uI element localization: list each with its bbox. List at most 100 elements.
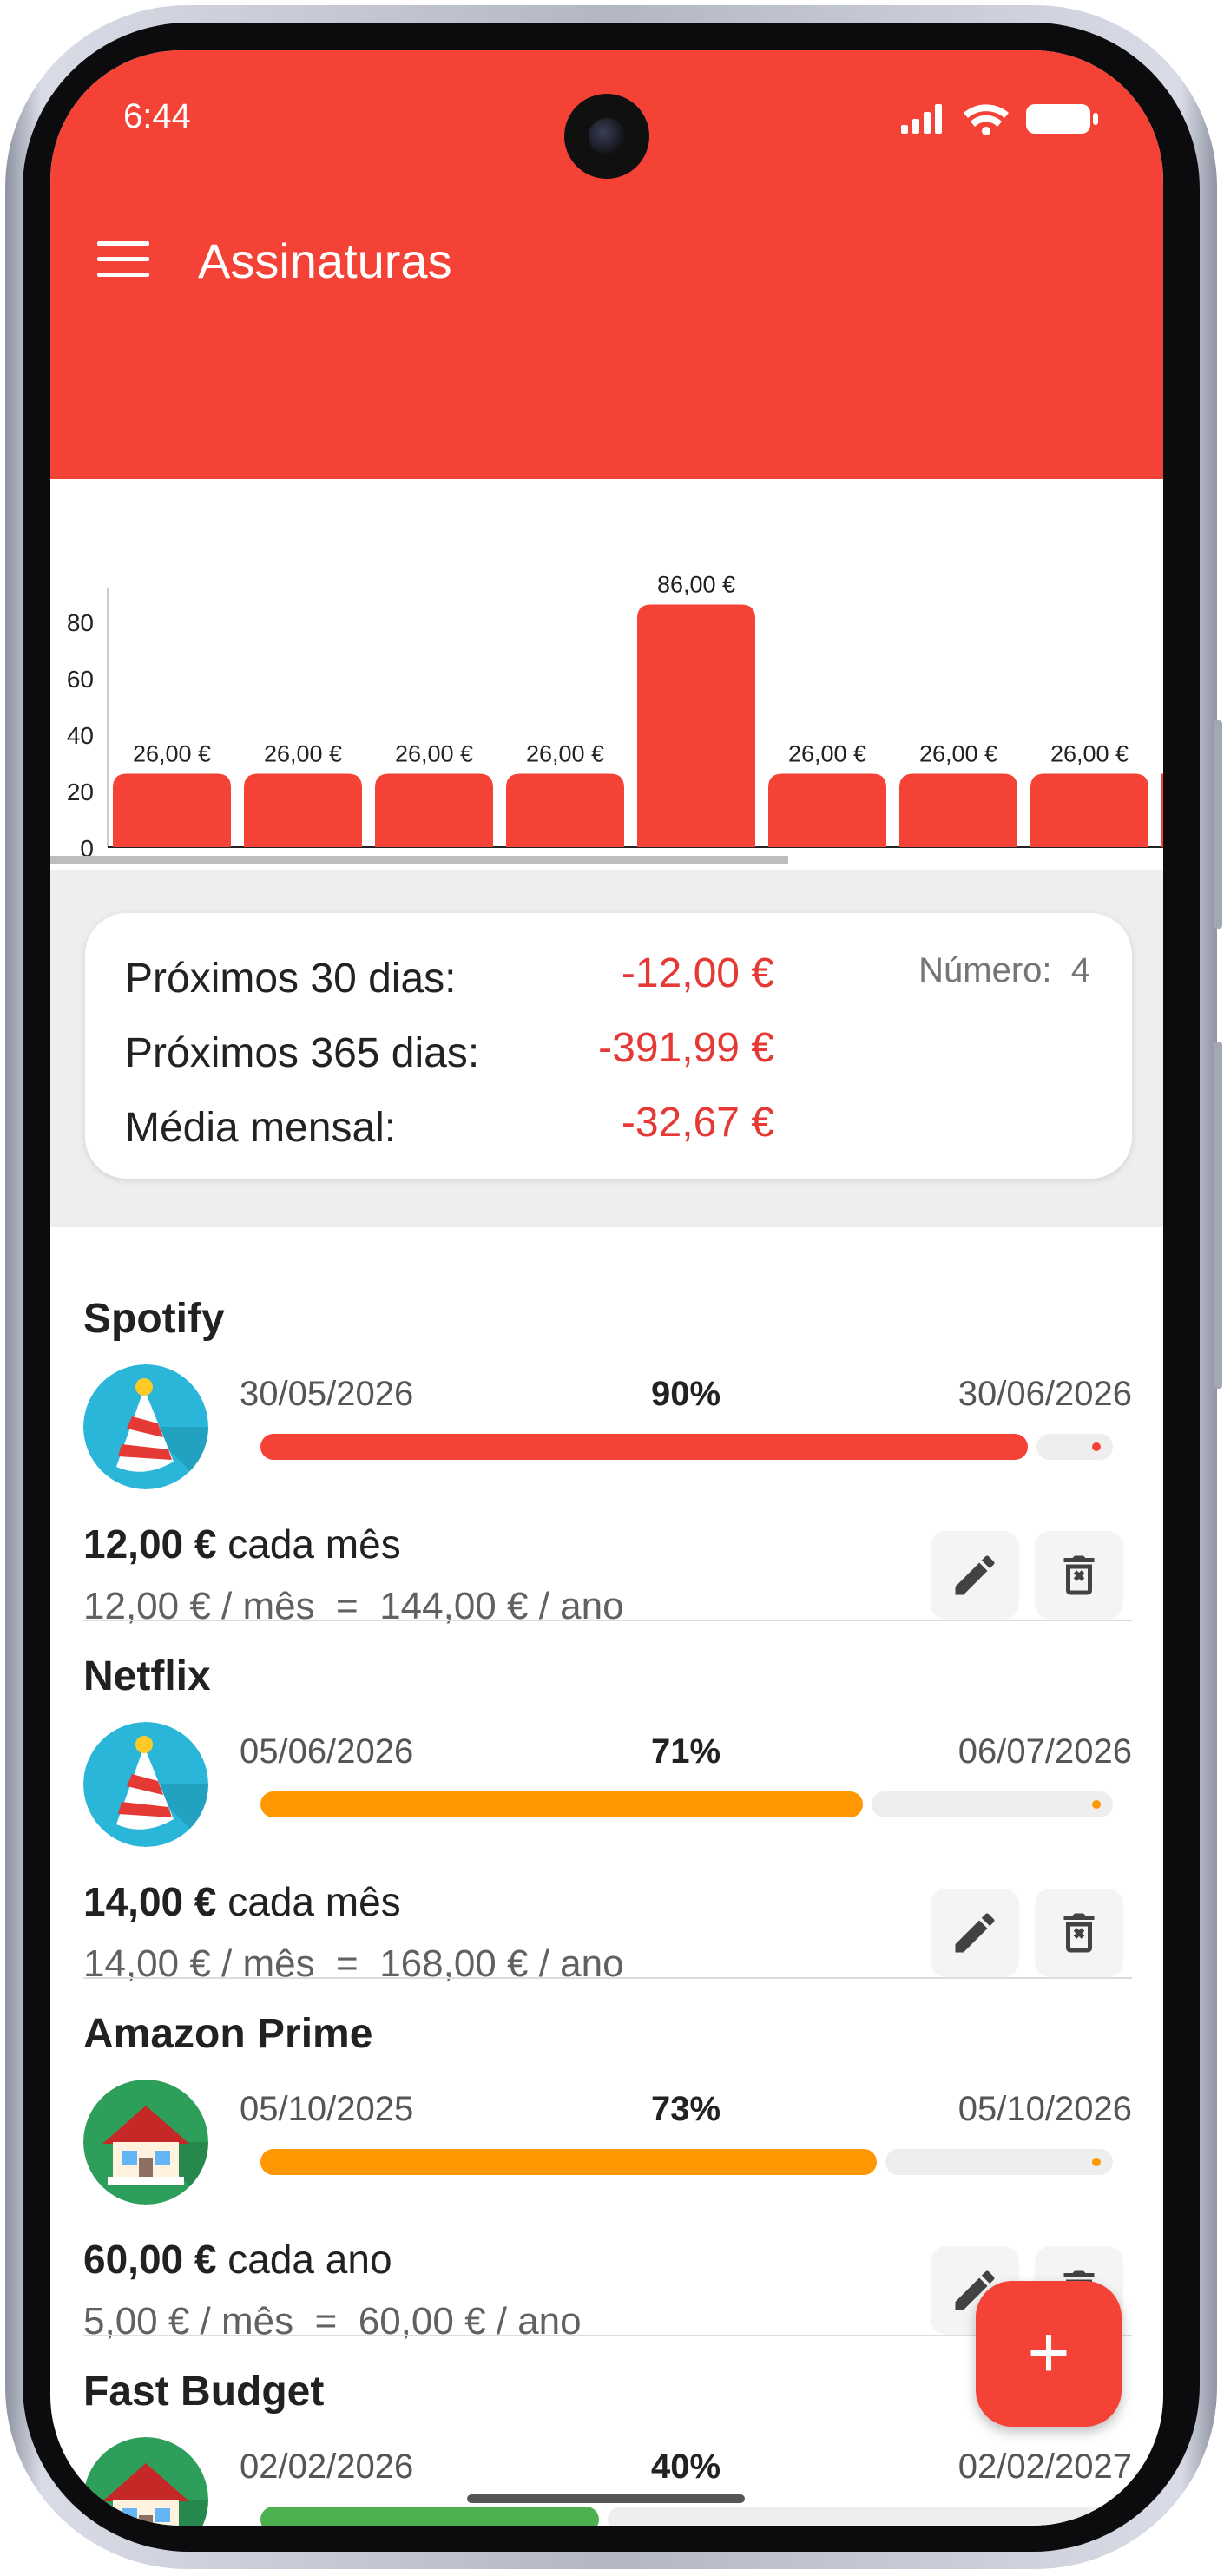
subscription-name: Amazon Prime (83, 2011, 373, 2057)
next30-value: -12,00 € (621, 950, 774, 996)
x-tick-label: 12/26 (928, 860, 989, 861)
subscription-item-netflix[interactable]: Netflix 05/06/2026 71% 06/07/2026 14,00 … (50, 1621, 1163, 1985)
bar-value-label: 26,00 € (788, 741, 866, 767)
chart-bar[interactable] (637, 604, 755, 848)
signal-icon (901, 104, 942, 134)
count-value: 4 (1070, 951, 1090, 989)
progress-percent: 73% (650, 2090, 721, 2128)
price-line: 14,00 € cada mês (83, 1878, 401, 1925)
subscription-name: Fast Budget (83, 2369, 325, 2415)
start-date: 05/06/2026 (240, 1732, 414, 1771)
subscription-name: Netflix (83, 1653, 211, 1699)
status-icons (901, 104, 1098, 135)
home-indicator[interactable] (467, 2494, 745, 2503)
bar-value-label: 26,00 € (264, 741, 342, 767)
progress-bar (260, 1791, 863, 1817)
front-camera (564, 94, 649, 179)
house-icon (83, 2437, 208, 2526)
app-bar: 6:44 Assinaturas (50, 50, 1163, 479)
progress-marker (1092, 1800, 1101, 1809)
party-hat-icon (83, 1722, 208, 1847)
delete-button[interactable] (1035, 1531, 1123, 1620)
menu-icon[interactable] (97, 241, 149, 278)
plus-icon: + (1027, 2311, 1070, 2393)
next365-value: -391,99 € (598, 1025, 774, 1071)
bar-value-label: 26,00 € (919, 741, 997, 767)
chart-bar-partial (1161, 773, 1163, 847)
trash-icon (1063, 1913, 1095, 1953)
x-tick-label: 01/27 (1059, 860, 1120, 861)
progress-marker (1092, 2515, 1101, 2524)
price: 60,00 € (83, 2237, 217, 2282)
bar-value-label: 26,00 € (1050, 741, 1129, 767)
monthly-average-label: Média mensal: (125, 1105, 397, 1151)
billing-period: cada mês (227, 1879, 401, 1924)
subscription-count: Número: 4 (918, 951, 1090, 990)
edit-button[interactable] (931, 1531, 1019, 1620)
progress-percent: 90% (650, 1375, 721, 1413)
add-subscription-button[interactable]: + (976, 2281, 1122, 2427)
bar-chart: 02040608026,00 €06/2626,00 €07/2626,00 €… (67, 572, 1163, 887)
wifi-icon (964, 104, 1009, 135)
pencil-icon (955, 1555, 995, 1595)
house-icon (83, 2080, 208, 2205)
progress-bar (260, 2149, 877, 2175)
summary-card: Próximos 30 dias: -12,00 € Próximos 365 … (85, 913, 1132, 1179)
billing-period: cada mês (227, 1521, 401, 1567)
bar-value-label: 26,00 € (395, 741, 473, 767)
volume-button (1214, 720, 1222, 929)
bar-value-label: 86,00 € (657, 572, 735, 598)
progress-track (872, 1791, 1113, 1817)
billing-period: cada ano (227, 2237, 392, 2282)
y-tick-label: 60 (67, 666, 94, 693)
progress-track (1036, 1434, 1113, 1460)
subscription-name: Spotify (83, 1296, 225, 1342)
bar-value-label: 26,00 € (526, 741, 604, 767)
x-tick-label: 11/26 (798, 860, 857, 861)
price: 14,00 € (83, 1879, 217, 1924)
end-date: 05/10/2026 (957, 2090, 1132, 2128)
delete-button[interactable] (1035, 1889, 1123, 1977)
chart-bar[interactable] (375, 773, 493, 848)
trash-icon (1063, 1555, 1095, 1595)
progress-percent: 71% (650, 1732, 721, 1771)
count-label: Número: (918, 951, 1052, 989)
price: 12,00 € (83, 1521, 217, 1567)
edit-button[interactable] (931, 1889, 1019, 1977)
chart-bar[interactable] (899, 773, 1017, 848)
price-line: 60,00 € cada ano (83, 2236, 392, 2283)
end-date: 06/07/2026 (957, 1732, 1132, 1771)
monthly-average-value: -32,67 € (621, 1100, 774, 1146)
chart-bar[interactable] (506, 773, 624, 848)
status-time: 6:44 (123, 97, 191, 135)
power-button (1214, 1042, 1222, 1389)
next365-label: Próximos 365 dias: (125, 1030, 480, 1076)
screen: 6:44 Assinaturas 0 20 40 60 80 26,00 € 2… (50, 50, 1163, 2526)
end-date: 30/06/2026 (957, 1375, 1132, 1413)
progress-bar (260, 1434, 1028, 1460)
progress-track (608, 2507, 1113, 2526)
bar-value-label: 26,00 € (133, 741, 211, 767)
chart-bar[interactable] (244, 773, 362, 848)
chart-bar[interactable] (768, 773, 886, 848)
chart-bar[interactable] (1030, 773, 1148, 848)
battery-icon (1026, 104, 1098, 134)
progress-track (885, 2149, 1113, 2175)
progress-marker (1092, 2158, 1101, 2166)
progress-percent: 40% (650, 2448, 721, 2486)
pencil-icon (955, 1913, 995, 1953)
start-date: 02/02/2026 (240, 2448, 414, 2486)
subscription-item-spotify[interactable]: Spotify 30/05/2026 90% 30/06/2026 12,00 … (50, 1264, 1163, 1627)
chart-scrollbar[interactable] (50, 856, 788, 864)
start-date: 05/10/2025 (240, 2090, 414, 2128)
price-line: 12,00 € cada mês (83, 1521, 401, 1567)
party-hat-icon (83, 1364, 208, 1489)
y-tick-label: 20 (67, 779, 94, 805)
progress-bar (260, 2507, 599, 2526)
next30-label: Próximos 30 dias: (125, 956, 457, 1002)
end-date: 02/02/2027 (957, 2448, 1132, 2486)
chart-bar[interactable] (113, 773, 231, 848)
monthly-chart[interactable]: 02040608026,00 €06/2626,00 €07/2626,00 €… (50, 479, 1163, 918)
y-tick-label: 40 (67, 722, 94, 749)
progress-marker (1092, 1442, 1101, 1451)
